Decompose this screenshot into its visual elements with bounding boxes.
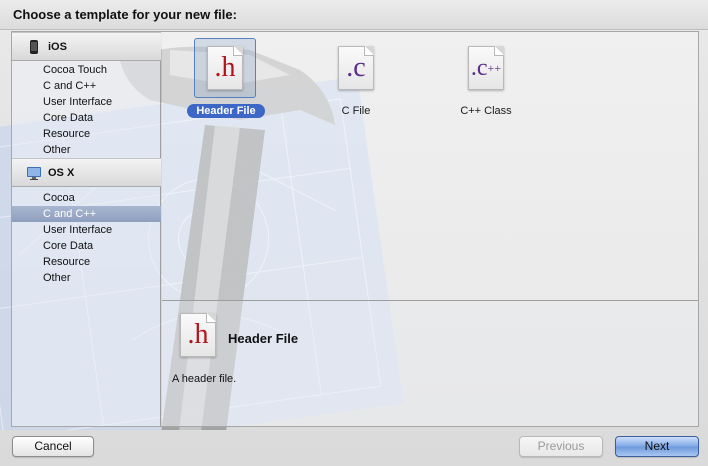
dialog-title: Choose a template for your new file: (13, 7, 237, 22)
file-glyph: .c (346, 52, 366, 83)
template-grid: .h Header File .c C File .c++ C++ Class (162, 32, 698, 300)
iphone-icon (26, 39, 42, 55)
template-header-file[interactable]: .h Header File (176, 32, 276, 122)
mac-finder-icon (26, 165, 42, 181)
sidebar-item-osx-cocoa[interactable]: Cocoa (12, 190, 161, 206)
sidebar-item-osx-core-data[interactable]: Core Data (12, 238, 161, 254)
cpp-file-icon: .c++ (468, 46, 504, 90)
section-header-ios[interactable]: iOS (12, 32, 161, 61)
sidebar-item-osx-resource[interactable]: Resource (12, 254, 161, 270)
detail-description: A header file. (172, 373, 237, 385)
sidebar-item-ios-user-interface[interactable]: User Interface (12, 94, 161, 110)
header-file-icon: .h (180, 313, 216, 357)
sidebar-item-osx-user-interface[interactable]: User Interface (12, 222, 161, 238)
file-glyph: .h (214, 52, 236, 83)
section-header-osx[interactable]: OS X (12, 158, 161, 187)
file-glyph: .c (470, 55, 488, 81)
template-label: Header File (187, 104, 265, 118)
c-file-icon: .c (338, 46, 374, 90)
section-label: iOS (48, 40, 67, 53)
dialog-title-bar: Choose a template for your new file: (0, 0, 708, 30)
sidebar-item-ios-c-and-cpp[interactable]: C and C++ (12, 78, 161, 94)
file-glyph-suffix: ++ (487, 61, 502, 75)
template-c-file[interactable]: .c C File (306, 32, 406, 122)
template-detail-pane: .h Header File A header file. (162, 301, 698, 426)
cancel-button[interactable]: Cancel (12, 436, 94, 457)
template-label: C File (341, 105, 371, 117)
detail-title: Header File (228, 331, 299, 346)
section-label: OS X (48, 166, 75, 179)
platform-sidebar: iOS Cocoa Touch C and C++ User Interface… (12, 32, 161, 426)
sidebar-item-ios-cocoa-touch[interactable]: Cocoa Touch (12, 62, 161, 78)
sidebar-item-osx-other[interactable]: Other (12, 270, 161, 286)
sidebar-item-ios-core-data[interactable]: Core Data (12, 110, 161, 126)
template-cpp-class[interactable]: .c++ C++ Class (436, 32, 536, 122)
sidebar-item-ios-resource[interactable]: Resource (12, 126, 161, 142)
file-glyph: .h (187, 319, 209, 350)
previous-button[interactable]: Previous (519, 436, 603, 457)
header-file-icon: .h (207, 46, 243, 90)
next-button[interactable]: Next (615, 436, 699, 457)
sidebar-item-osx-c-and-cpp[interactable]: C and C++ (12, 206, 161, 222)
template-label: C++ Class (460, 105, 512, 117)
sidebar-item-ios-other[interactable]: Other (12, 142, 161, 158)
